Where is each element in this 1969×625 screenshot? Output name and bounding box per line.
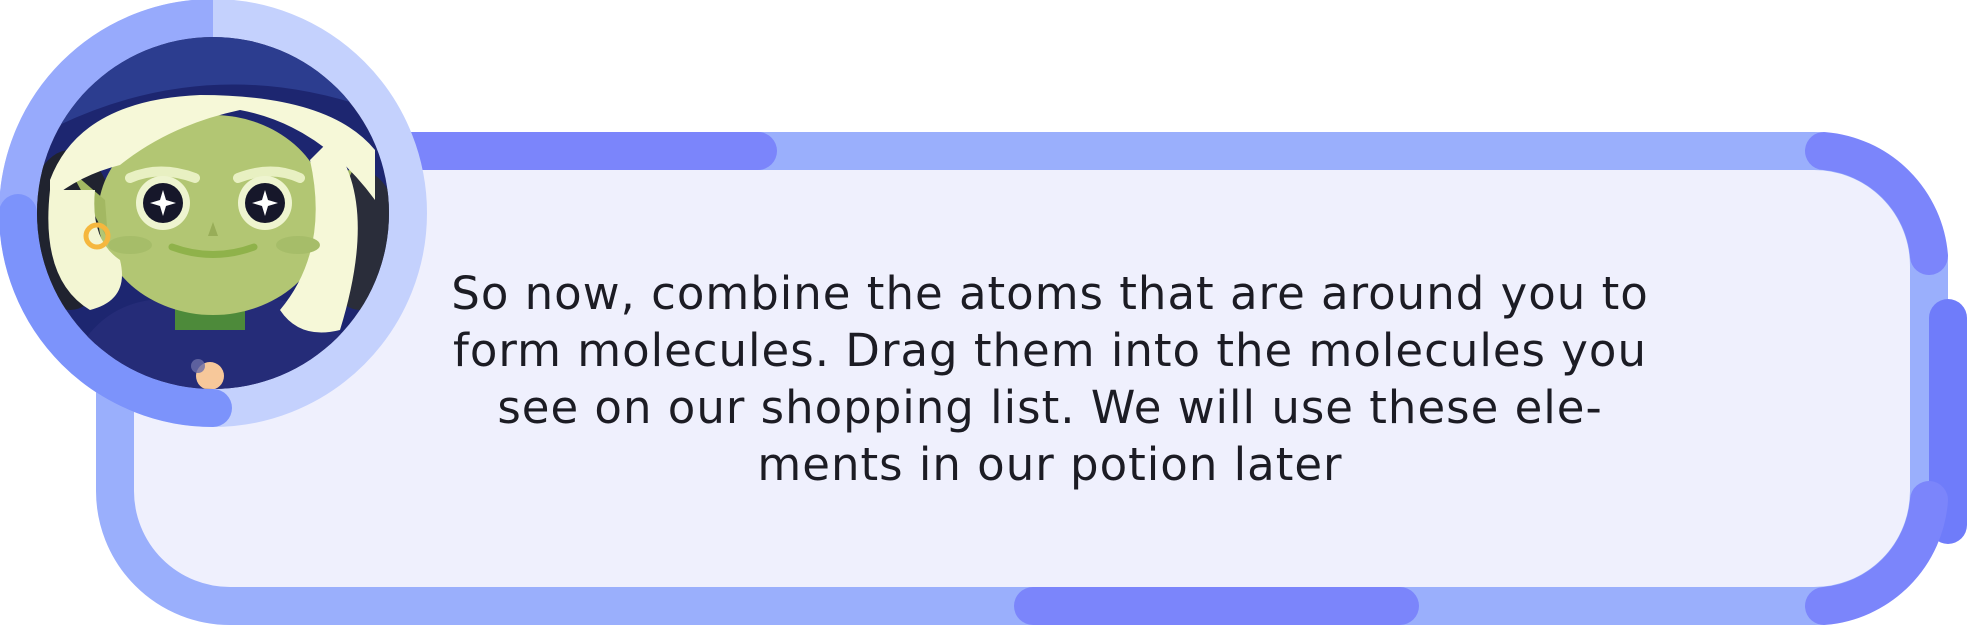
dialogue-line: So now, combine the atoms that are aroun… — [451, 267, 1649, 320]
dialogue-scene: So now, combine the atoms that are aroun… — [0, 0, 1969, 625]
dialogue-line: see on our shopping list. We will use th… — [497, 381, 1603, 434]
dialogue-line: form molecules. Drag them into the molec… — [453, 324, 1647, 377]
character-portrait — [0, 0, 427, 427]
dialogue-line: ments in our potion later — [757, 438, 1343, 491]
dialogue-text: So now, combine the atoms that are aroun… — [400, 265, 1700, 493]
